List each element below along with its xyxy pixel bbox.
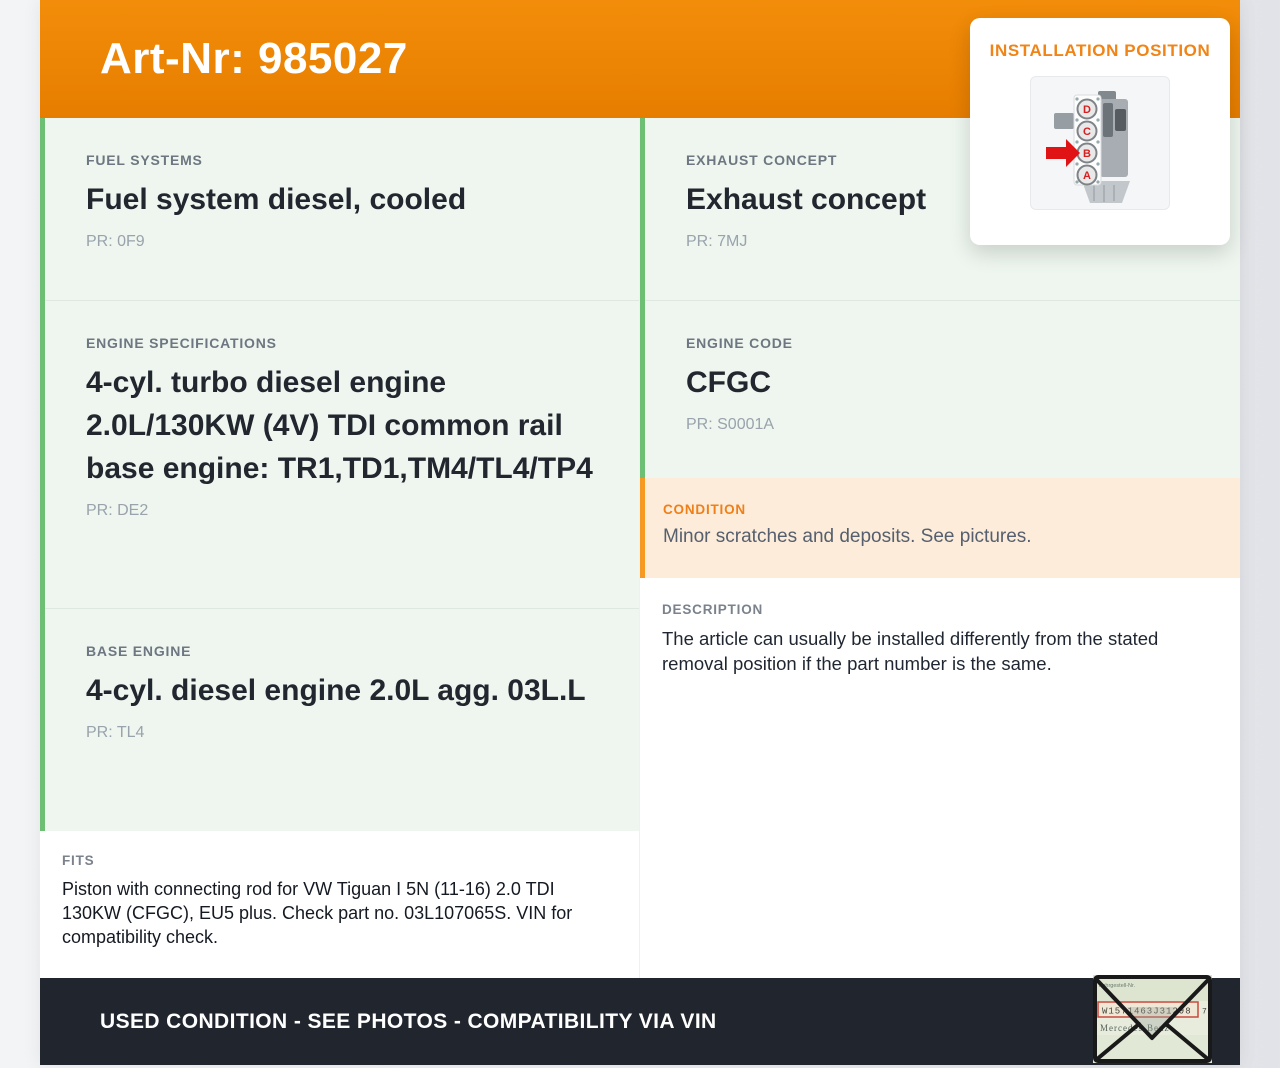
article-number-title: Art-Nr: 985027 [100,34,408,83]
pr-code: PR: DE2 [86,502,149,519]
section-fits: FITS Piston with connecting rod for VW T… [40,831,639,978]
vehicle-registration-image: Fahrgestell-Nr. W1571463J31298 7 Mercede… [1093,975,1212,1063]
condition-text: Minor scratches and deposits. See pictur… [663,526,1032,547]
product-listing-card: Art-Nr: 985027 FUEL SYSTEMS Fuel system … [40,0,1240,1065]
section-title: 4-cyl. diesel engine 2.0L agg. 03L.L [86,674,586,707]
section-label: BASE ENGINE [86,643,192,659]
section-label: FUEL SYSTEMS [86,152,203,168]
doc-vin-checkdigit: 7 [1202,1008,1207,1017]
installation-position-title: INSTALLATION POSITION [989,41,1211,60]
section-condition: CONDITION Minor scratches and deposits. … [640,478,1240,578]
pr-code: PR: S0001A [686,416,775,433]
cylinder-letter-a: A [1083,170,1091,182]
section-label: ENGINE CODE [686,335,793,351]
section-title: 4-cyl. turbo diesel engine 2.0L/130KW (4… [86,366,593,485]
engine-block-image: D C B A [1046,91,1130,203]
section-label: ENGINE SPECIFICATIONS [86,335,277,351]
left-green-sections: FUEL SYSTEMS Fuel system diesel, cooled … [40,118,639,831]
description-label: DESCRIPTION [662,602,764,617]
section-title: CFGC [686,366,771,399]
section-engine-code: ENGINE CODE CFGC PR: S0001A [645,300,1240,478]
main-content: FUEL SYSTEMS Fuel system diesel, cooled … [40,118,1240,978]
footer-bar: USED CONDITION - SEE PHOTOS - COMPATIBIL… [40,978,1240,1065]
condition-label: CONDITION [663,502,746,517]
footer-text: USED CONDITION - SEE PHOTOS - COMPATIBIL… [100,1009,717,1033]
cylinder-letter-c: C [1083,126,1091,138]
section-label: FITS [62,853,95,868]
installation-position-card: INSTALLATION POSITION D C B A [970,18,1230,245]
left-column: FUEL SYSTEMS Fuel system diesel, cooled … [40,118,640,978]
pr-code: PR: 0F9 [86,233,145,250]
right-column: EXHAUST CONCEPT Exhaust concept PR: 7MJ … [640,118,1240,978]
crossed-document-icon: Fahrgestell-Nr. W1571463J31298 7 Mercede… [1093,975,1212,1063]
section-engine-specifications: ENGINE SPECIFICATIONS 4-cyl. turbo diese… [45,300,639,608]
section-title: Fuel system diesel, cooled [86,183,467,216]
fits-text: Piston with connecting rod for VW Tiguan… [62,879,573,947]
pr-code: PR: TL4 [86,724,145,741]
cylinder-letter-d: D [1083,104,1091,116]
description-text: The article can usually be installed dif… [662,628,1159,674]
cylinder-letter-b: B [1083,148,1091,160]
engine-image-panel: D C B A [1030,76,1170,210]
section-fuel-systems: FUEL SYSTEMS Fuel system diesel, cooled … [45,118,639,300]
section-base-engine: BASE ENGINE 4-cyl. diesel engine 2.0L ag… [45,608,639,831]
section-description: DESCRIPTION The article can usually be i… [640,578,1240,978]
